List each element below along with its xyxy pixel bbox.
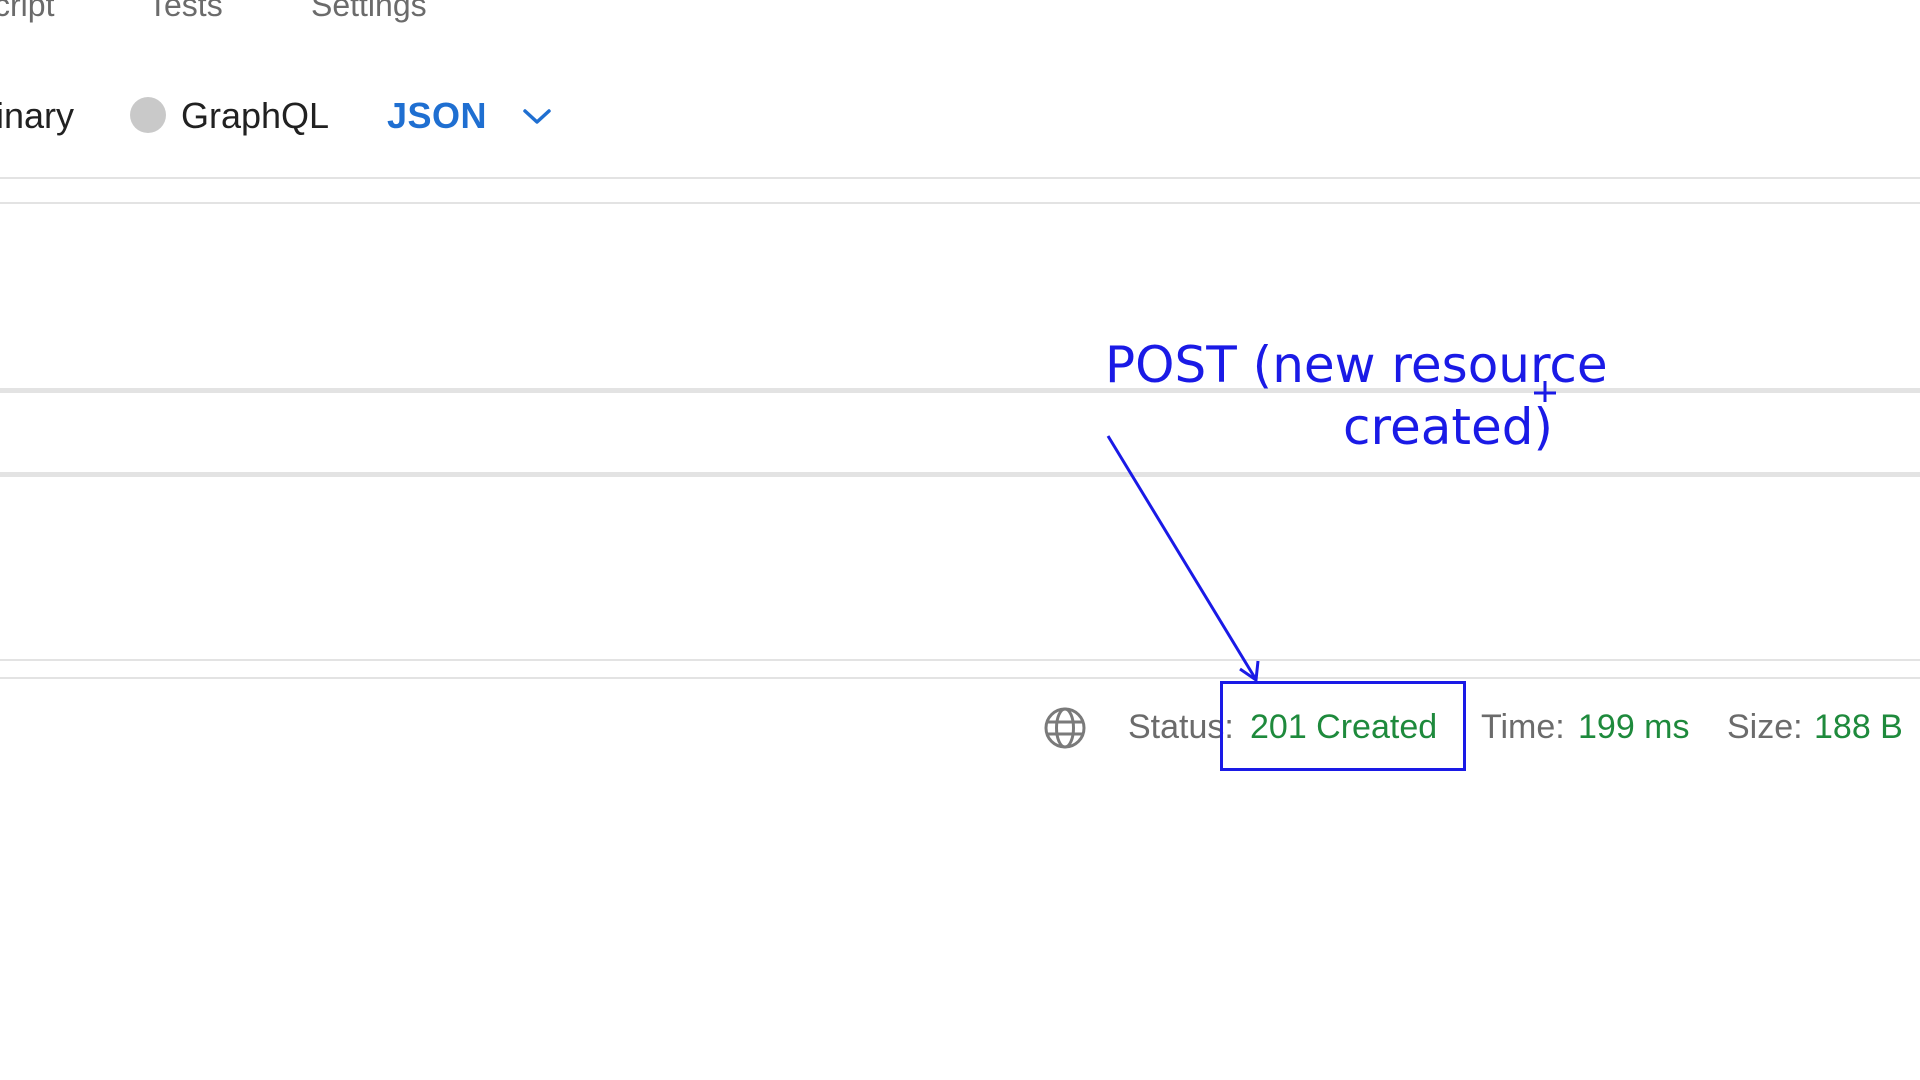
divider (0, 202, 1920, 204)
globe-icon[interactable] (1042, 705, 1088, 751)
annotation-highlight-box (1220, 681, 1466, 771)
divider (0, 177, 1920, 179)
time-value[interactable]: 199 ms (1578, 706, 1690, 748)
chevron-down-icon[interactable] (520, 104, 554, 128)
postman-request-panel: cript Tests Settings inary GraphQL JSON … (0, 0, 1920, 1080)
divider (0, 659, 1920, 661)
tab-script[interactable]: cript (0, 0, 54, 24)
annotation-text-line2: created) (1343, 398, 1553, 456)
size-label: Size: (1727, 708, 1803, 746)
status-label: Status: (1128, 708, 1234, 746)
tab-settings[interactable]: Settings (311, 0, 427, 24)
body-type-graphql-label[interactable]: GraphQL (181, 94, 329, 138)
time-label: Time: (1481, 708, 1565, 746)
tab-tests[interactable]: Tests (148, 0, 223, 24)
divider (0, 388, 1920, 393)
body-format-select[interactable]: JSON (387, 94, 487, 138)
annotation-text-line1: POST (new resource (1105, 336, 1608, 394)
graphql-radio[interactable] (130, 97, 166, 133)
divider (0, 677, 1920, 679)
body-type-binary[interactable]: inary (0, 94, 74, 138)
divider (0, 472, 1920, 477)
annotation-arrow (1106, 381, 1556, 683)
size-value[interactable]: 188 B (1814, 706, 1903, 748)
